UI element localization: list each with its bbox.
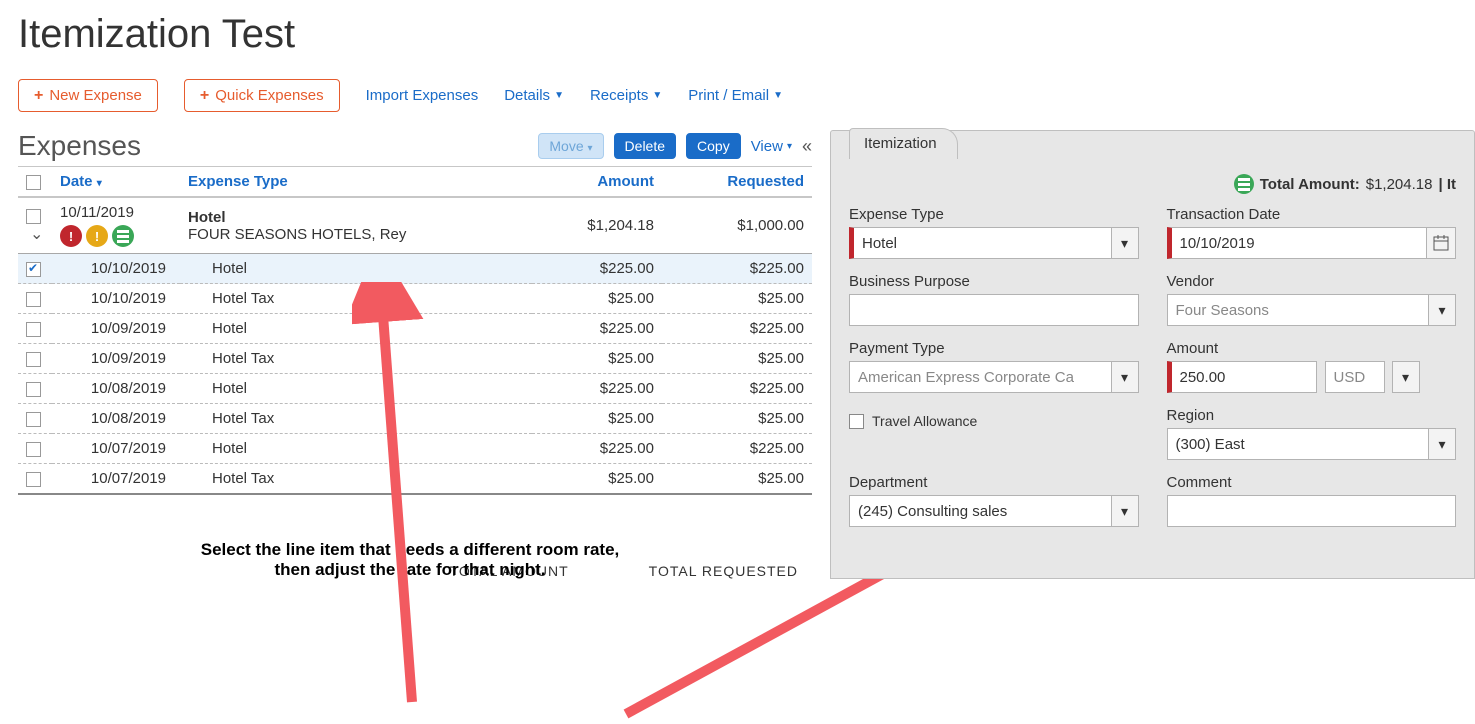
row-checkbox[interactable] [26,322,41,337]
caret-down-icon: ▾ [588,143,593,154]
table-row[interactable]: 10/10/2019Hotel$225.00$225.00 [18,254,812,284]
row-checkbox[interactable] [26,412,41,427]
comment-input[interactable] [1167,495,1457,527]
table-row[interactable]: 10/08/2019Hotel Tax$25.00$25.00 [18,404,812,434]
expenses-pane: Expenses Move ▾ Delete Copy View ▾ « Dat… [0,130,830,579]
caret-down-icon: ▼ [773,90,783,101]
total-suffix: | It [1438,176,1456,193]
alert-icon: ! [60,225,82,247]
select-all-checkbox[interactable] [26,175,41,190]
copy-button[interactable]: Copy [686,133,741,159]
col-date[interactable]: Date ▾ [52,167,180,198]
field-business-purpose: Business Purpose [849,273,1139,326]
dropdown-icon[interactable]: ▾ [1428,294,1456,326]
row-checkbox[interactable] [26,209,41,224]
print-email-menu[interactable]: Print / Email▼ [688,87,783,104]
move-button[interactable]: Move ▾ [538,133,603,159]
row-checkbox[interactable] [26,382,41,397]
itemized-icon [1234,174,1254,194]
receipts-menu[interactable]: Receipts▼ [590,87,662,104]
transaction-date-input[interactable] [1167,227,1428,259]
col-amount[interactable]: Amount [532,167,662,198]
page-title: Itemization Test [18,12,1475,57]
travel-allowance-checkbox[interactable] [849,414,864,429]
field-payment-type: Payment Type ▾ [849,340,1139,393]
new-expense-button[interactable]: + New Expense [18,79,158,112]
caret-down-icon: ▼ [554,90,564,101]
chevron-down-icon[interactable]: ⌄ [30,224,43,244]
expenses-table: Date ▾ Expense Type Amount Requested ⌄ 1… [18,166,812,495]
field-travel-allowance: Travel Allowance [849,407,1139,460]
currency-input [1325,361,1385,393]
row-checkbox[interactable] [26,352,41,367]
field-vendor: Vendor ▾ [1167,273,1457,326]
plus-icon: + [34,88,43,104]
view-menu[interactable]: View ▾ [751,138,792,155]
business-purpose-input[interactable] [849,294,1139,326]
region-input[interactable] [1167,428,1430,460]
caret-down-icon: ▾ [787,141,792,152]
payment-type-input [849,361,1112,393]
field-transaction-date: Transaction Date [1167,206,1457,259]
total-requested-label: TOTAL REQUESTED [649,563,798,579]
plus-icon: + [200,88,209,104]
field-department: Department ▾ [849,474,1139,527]
warning-icon: ! [86,225,108,247]
dropdown-icon[interactable]: ▾ [1392,361,1420,393]
total-amount-value: $1,204.18 [1366,176,1433,193]
total-amount-label: Total Amount: [1260,176,1360,193]
col-expense-type[interactable]: Expense Type [180,167,532,198]
dropdown-icon[interactable]: ▾ [1111,361,1139,393]
field-region: Region ▾ [1167,407,1457,460]
details-menu[interactable]: Details▼ [504,87,564,104]
field-amount: Amount ▾ [1167,340,1457,393]
sort-desc-icon: ▾ [97,178,102,189]
delete-button[interactable]: Delete [614,133,676,159]
expenses-heading: Expenses [18,130,141,162]
table-row[interactable]: 10/09/2019Hotel Tax$25.00$25.00 [18,344,812,374]
collapse-pane-icon[interactable]: « [802,136,812,157]
caret-down-icon: ▼ [652,90,662,101]
annotation-text: Select the line item that needs a differ… [200,540,620,580]
row-checkbox[interactable] [26,292,41,307]
table-row[interactable]: 10/07/2019Hotel Tax$25.00$25.00 [18,464,812,495]
field-comment: Comment [1167,474,1457,527]
itemized-icon [112,225,134,247]
amount-input[interactable] [1167,361,1317,393]
vendor-input[interactable] [1167,294,1430,326]
col-requested[interactable]: Requested [662,167,812,198]
report-toolbar: + New Expense + Quick Expenses Import Ex… [0,65,1475,130]
dropdown-icon[interactable]: ▾ [1111,495,1139,527]
row-checkbox[interactable] [26,472,41,487]
quick-expenses-button[interactable]: + Quick Expenses [184,79,340,112]
tab-itemization[interactable]: Itemization [849,128,958,159]
row-checkbox[interactable] [26,262,41,277]
table-row[interactable]: 10/08/2019Hotel$225.00$225.00 [18,374,812,404]
table-row[interactable]: 10/10/2019Hotel Tax$25.00$25.00 [18,284,812,314]
department-input[interactable] [849,495,1112,527]
dropdown-icon[interactable]: ▾ [1111,227,1139,259]
table-parent-row[interactable]: ⌄ 10/11/2019 ! ! Hotel FOUR SEASONS HOTE… [18,197,812,254]
field-expense-type: Expense Type ▾ [849,206,1139,259]
dropdown-icon[interactable]: ▾ [1428,428,1456,460]
row-checkbox[interactable] [26,442,41,457]
calendar-icon[interactable] [1426,227,1456,259]
itemization-detail-pane: Itemization Total Amount: $1,204.18 | It… [830,130,1475,579]
table-row[interactable]: 10/07/2019Hotel$225.00$225.00 [18,434,812,464]
import-expenses-link[interactable]: Import Expenses [366,87,479,104]
table-row[interactable]: 10/09/2019Hotel$225.00$225.00 [18,314,812,344]
expense-type-input[interactable] [849,227,1112,259]
